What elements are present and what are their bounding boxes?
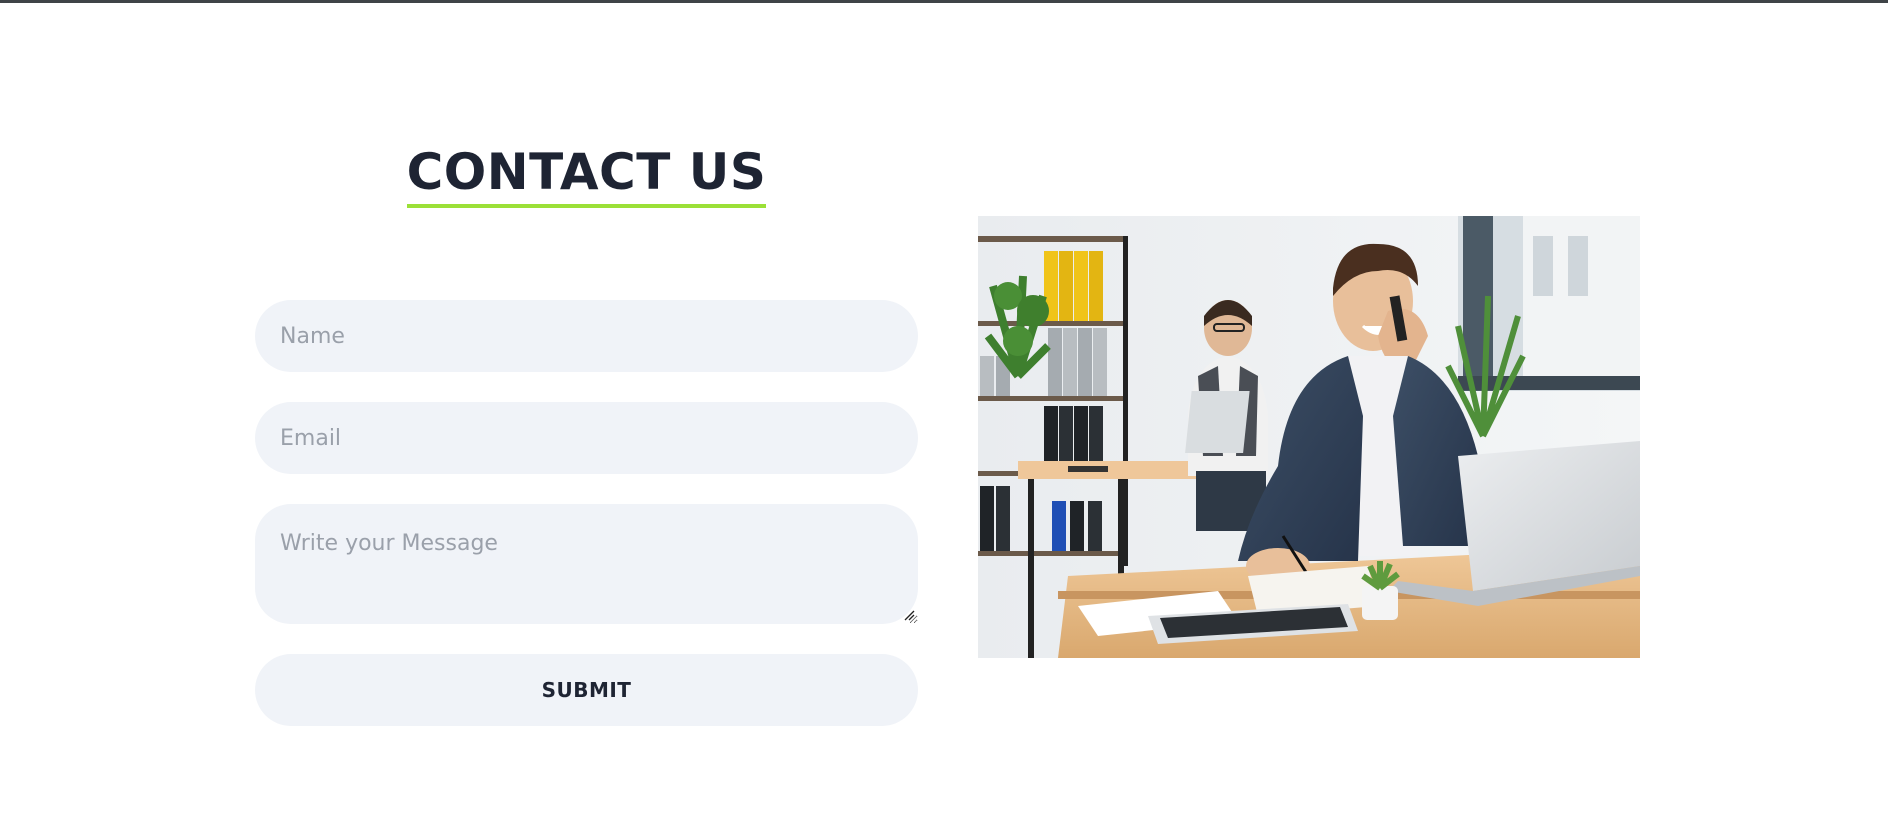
contact-form: CONTACT US SUBMIT — [255, 140, 918, 726]
office-photo — [978, 216, 1640, 658]
office-photo-icon — [978, 216, 1640, 658]
resize-grip-icon[interactable] — [903, 609, 915, 621]
email-field[interactable] — [255, 402, 918, 474]
submit-button[interactable]: SUBMIT — [255, 654, 918, 726]
heading-wrap: CONTACT US — [255, 140, 918, 208]
page-title: CONTACT US — [406, 140, 767, 208]
contact-section: CONTACT US SUBMIT — [0, 0, 1888, 840]
message-field[interactable] — [255, 504, 918, 624]
name-field[interactable] — [255, 300, 918, 372]
